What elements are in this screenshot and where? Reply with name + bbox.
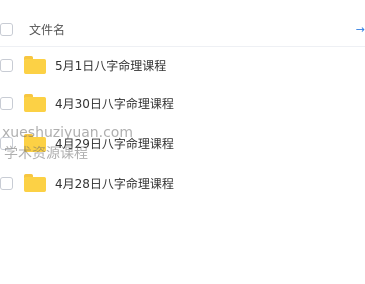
cropped-toolbar-fragment xyxy=(0,0,365,6)
folder-icon xyxy=(24,134,46,152)
file-list-page: 文件名 → 5月1日八字命理课程 4月30日八字命理课程 4月29日八字命理课程… xyxy=(0,0,365,284)
arrow-right-icon[interactable]: → xyxy=(356,23,365,37)
file-row[interactable]: 5月1日八字命理课程 xyxy=(0,46,365,86)
select-all-checkbox[interactable] xyxy=(0,23,13,36)
row-checkbox[interactable] xyxy=(0,59,13,72)
row-checkbox[interactable] xyxy=(0,177,13,190)
row-checkbox[interactable] xyxy=(0,137,13,150)
folder-icon xyxy=(24,56,46,74)
folder-icon xyxy=(24,94,46,112)
file-name[interactable]: 4月29日八字命理课程 xyxy=(55,135,174,153)
column-header-filename[interactable]: 文件名 xyxy=(29,21,65,39)
file-list-header: 文件名 → xyxy=(0,14,365,47)
row-checkbox[interactable] xyxy=(0,97,13,110)
file-name[interactable]: 5月1日八字命理课程 xyxy=(55,57,166,75)
file-row[interactable]: 4月30日八字命理课程 xyxy=(0,84,365,124)
file-name[interactable]: 4月28日八字命理课程 xyxy=(55,175,174,193)
folder-icon xyxy=(24,174,46,192)
file-row[interactable]: 4月29日八字命理课程 xyxy=(0,124,365,164)
file-row[interactable]: 4月28日八字命理课程 xyxy=(0,164,365,204)
file-name[interactable]: 4月30日八字命理课程 xyxy=(55,95,174,113)
